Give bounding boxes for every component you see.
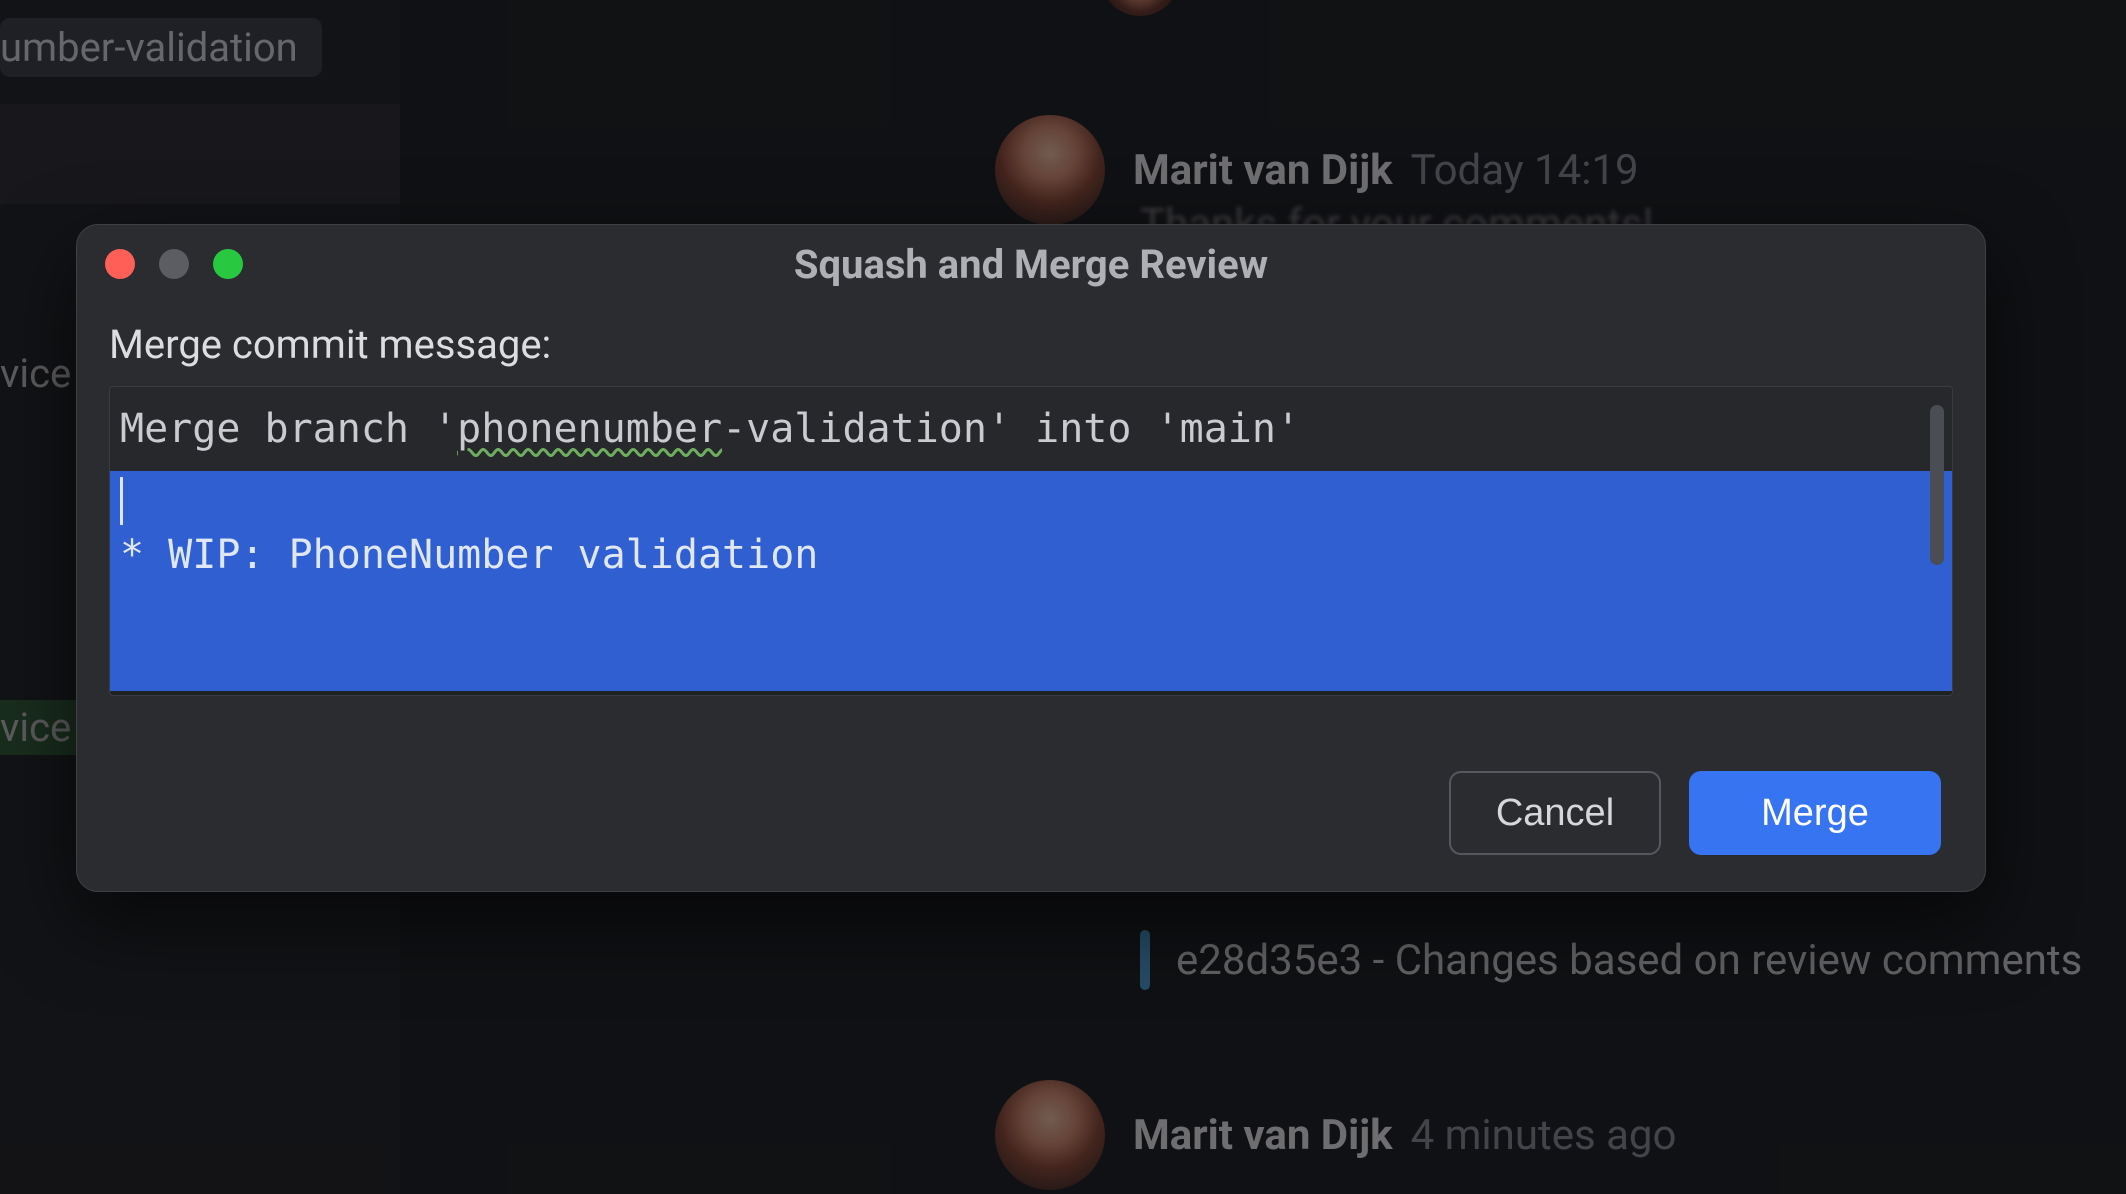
text-cursor	[120, 477, 123, 525]
text: -validation' into 'main'	[722, 406, 1300, 452]
selected-text: * WIP: PhoneNumber validation	[110, 471, 1952, 691]
dialog-title: Squash and Merge Review	[77, 241, 1985, 288]
scrollbar-thumb[interactable]	[1930, 405, 1944, 565]
spellcheck-word: phonenumber	[457, 406, 722, 452]
window-close-button[interactable]	[105, 249, 135, 279]
window-minimize-button[interactable]	[159, 249, 189, 279]
text: * WIP: PhoneNumber validation	[120, 532, 818, 578]
window-maximize-button[interactable]	[213, 249, 243, 279]
commit-message-textarea[interactable]: Merge branch 'phonenumber-validation' in…	[109, 386, 1953, 696]
merge-button[interactable]: Merge	[1689, 771, 1941, 855]
cancel-button[interactable]: Cancel	[1449, 771, 1661, 855]
commit-message-label: Merge commit message:	[109, 321, 1953, 368]
commit-message-line: Merge branch 'phonenumber-validation' in…	[110, 387, 1952, 471]
squash-merge-dialog: Squash and Merge Review Merge commit mes…	[76, 224, 1986, 892]
text: Merge branch '	[120, 406, 457, 452]
dialog-body: Merge commit message: Merge branch 'phon…	[77, 303, 1985, 696]
dialog-titlebar[interactable]: Squash and Merge Review	[77, 225, 1985, 303]
window-controls	[105, 249, 243, 279]
dialog-footer: Cancel Merge	[1449, 771, 1941, 855]
